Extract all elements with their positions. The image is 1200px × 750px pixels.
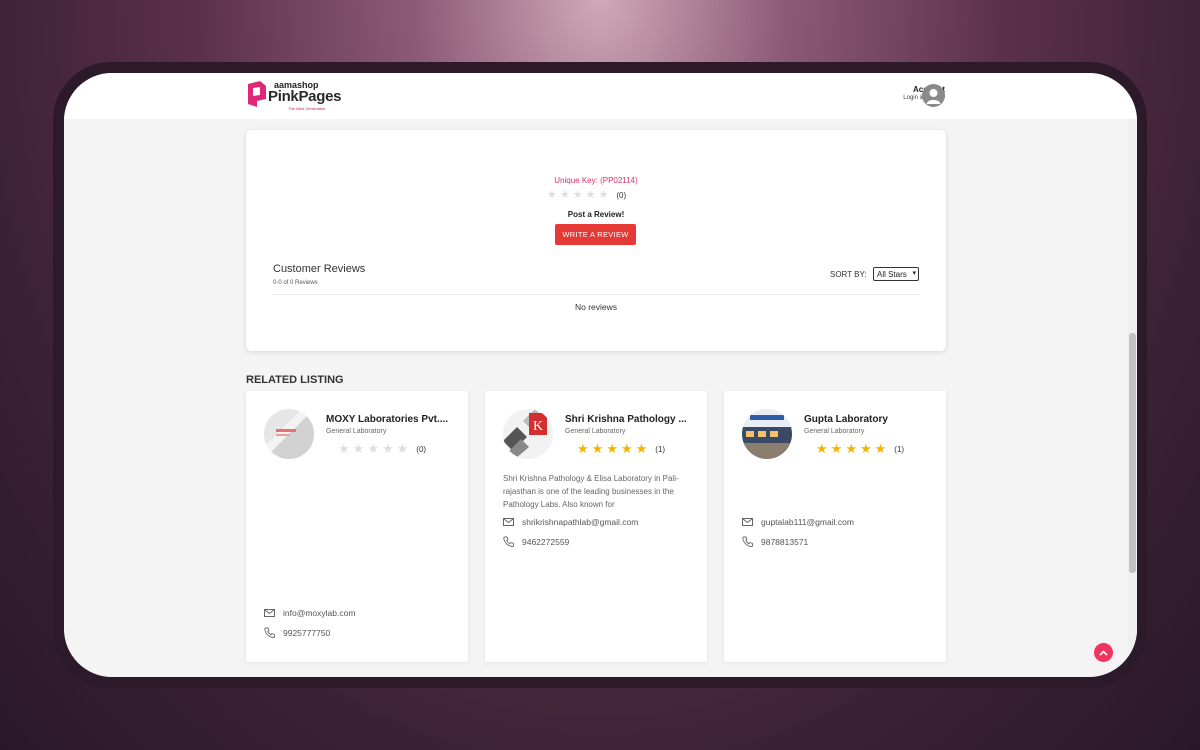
envelope-icon: [742, 518, 753, 526]
star-icon: ★: [830, 441, 843, 456]
listing-rating-count: (1): [894, 444, 905, 454]
star-icon: ★: [874, 441, 887, 456]
listing-email-text: shrikrishnapathlab@gmail.com: [522, 517, 639, 527]
listing-name[interactable]: Shri Krishna Pathology ...: [565, 414, 693, 425]
sort-selected-value: All Stars: [877, 269, 907, 279]
listing-phone-text: 9462272559: [522, 536, 570, 547]
listing-email-text: info@moxylab.com: [283, 608, 356, 618]
star-icon: ★: [816, 441, 828, 456]
pinkpages-logo[interactable]: aamashop PinkPages The Next Generation: [248, 79, 342, 113]
listing-rating: ★ ★ ★ ★ ★ (1): [816, 441, 905, 456]
star-icon: ★: [577, 441, 589, 456]
listing-card[interactable]: Gupta Laboratory General Laboratory ★ ★ …: [724, 391, 946, 662]
listing-thumbnail[interactable]: K: [503, 409, 553, 459]
star-icon: ★: [859, 441, 872, 456]
sort-by-label: SORT BY:: [830, 270, 867, 279]
related-listing-title: RELATED LISTING: [246, 374, 344, 386]
star-icon: ★: [338, 441, 350, 456]
listing-category: General Laboratory: [326, 428, 387, 435]
rating-stars: ★ ★ ★ ★ ★ (0): [547, 189, 626, 201]
star-icon: ★: [352, 441, 365, 456]
star-icon: ★: [585, 189, 596, 201]
star-icon: ★: [591, 441, 604, 456]
listing-email[interactable]: guptalab111@gmail.com: [742, 517, 854, 527]
star-icon: ★: [559, 189, 570, 201]
chevron-up-icon: [1099, 649, 1108, 656]
envelope-icon: [264, 609, 275, 617]
star-icon: ★: [396, 441, 409, 456]
listing-category: General Laboratory: [804, 428, 865, 435]
rating-count: (0): [616, 190, 627, 200]
star-icon: ★: [606, 441, 618, 456]
listing-phone-text: 9878813571: [761, 536, 809, 547]
star-icon: ★: [635, 441, 648, 456]
logo-big-text: PinkPages: [268, 88, 342, 105]
listing-card[interactable]: K Shri Krishna Pathology ... General Lab…: [485, 391, 707, 662]
browser-viewport: aamashop PinkPages The Next Generation A…: [64, 73, 1137, 677]
listing-phone[interactable]: 9462272559: [503, 536, 569, 547]
star-icon: ★: [598, 189, 609, 201]
listing-email[interactable]: shrikrishnapathlab@gmail.com: [503, 517, 638, 527]
phone-icon: [503, 536, 514, 547]
sort-select[interactable]: All Stars ▾: [873, 267, 919, 281]
envelope-icon: [503, 518, 514, 526]
unique-key: Unique Key: (PP02114): [554, 176, 638, 185]
listing-email-text: guptalab111@gmail.com: [761, 517, 854, 527]
star-icon: ★: [367, 441, 379, 456]
listing-phone-text: 9925777750: [283, 627, 331, 638]
star-icon: ★: [572, 189, 583, 201]
listing-email[interactable]: info@moxylab.com: [264, 608, 355, 618]
site-header: aamashop PinkPages The Next Generation A…: [64, 73, 1137, 119]
listing-phone[interactable]: 9925777750: [264, 627, 330, 638]
listing-thumbnail[interactable]: [742, 409, 792, 459]
star-icon: ★: [547, 189, 557, 201]
back-to-top-button[interactable]: [1094, 643, 1113, 662]
star-icon: ★: [381, 441, 394, 456]
listing-phone[interactable]: 9878813571: [742, 536, 808, 547]
listing-thumbnail[interactable]: [264, 409, 314, 459]
logo-mark-icon: [248, 81, 266, 107]
listing-rating-count: (1): [655, 444, 666, 454]
svg-text:K: K: [533, 419, 543, 434]
phone-icon: [742, 536, 753, 547]
star-icon: ★: [620, 441, 633, 456]
listing-card[interactable]: MOXY Laboratories Pvt.... General Labora…: [246, 391, 468, 662]
listing-rating: ★ ★ ★ ★ ★ (0): [338, 441, 427, 456]
listing-name[interactable]: MOXY Laboratories Pvt....: [326, 414, 454, 425]
no-reviews-text: No reviews: [574, 302, 618, 312]
listing-rating-count: (0): [416, 444, 427, 454]
star-icon: ★: [845, 441, 857, 456]
logo-tagline: The Next Generation: [288, 106, 326, 111]
write-review-button[interactable]: WRITE A REVIEW: [555, 224, 636, 245]
listing-category: General Laboratory: [565, 428, 626, 435]
listing-rating: ★ ★ ★ ★ ★ (1): [577, 441, 666, 456]
divider: [273, 294, 919, 295]
listing-name[interactable]: Gupta Laboratory: [804, 414, 932, 425]
chevron-down-icon: ▾: [912, 270, 916, 277]
reviews-count: 0-0 of 0 Reviews: [273, 280, 318, 286]
review-card: Unique Key: (PP02114) ★ ★ ★ ★ ★ (0) Post…: [246, 130, 946, 351]
phone-icon: [264, 627, 275, 638]
post-review-label: Post a Review!: [567, 210, 625, 219]
customer-reviews-title: Customer Reviews: [273, 263, 366, 275]
user-avatar-icon[interactable]: [922, 84, 945, 107]
scrollbar-thumb[interactable]: [1129, 333, 1136, 573]
listing-description: Shri Krishna Pathology & Elisa Laborator…: [503, 474, 679, 509]
